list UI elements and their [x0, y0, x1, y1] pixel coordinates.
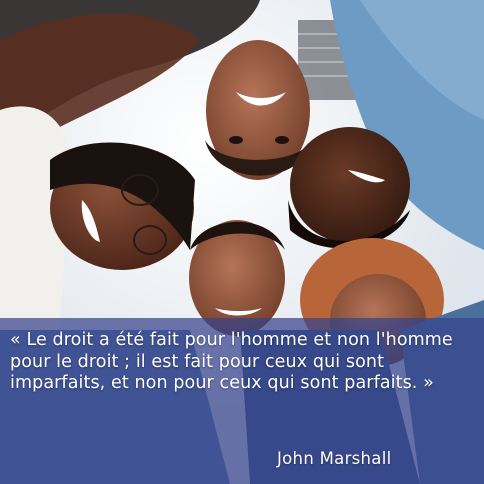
quote-text: « Le droit a été fait pour l'homme et no… — [10, 330, 453, 393]
quote-author: John Marshall — [277, 449, 392, 468]
face-left-glasses — [50, 142, 195, 270]
